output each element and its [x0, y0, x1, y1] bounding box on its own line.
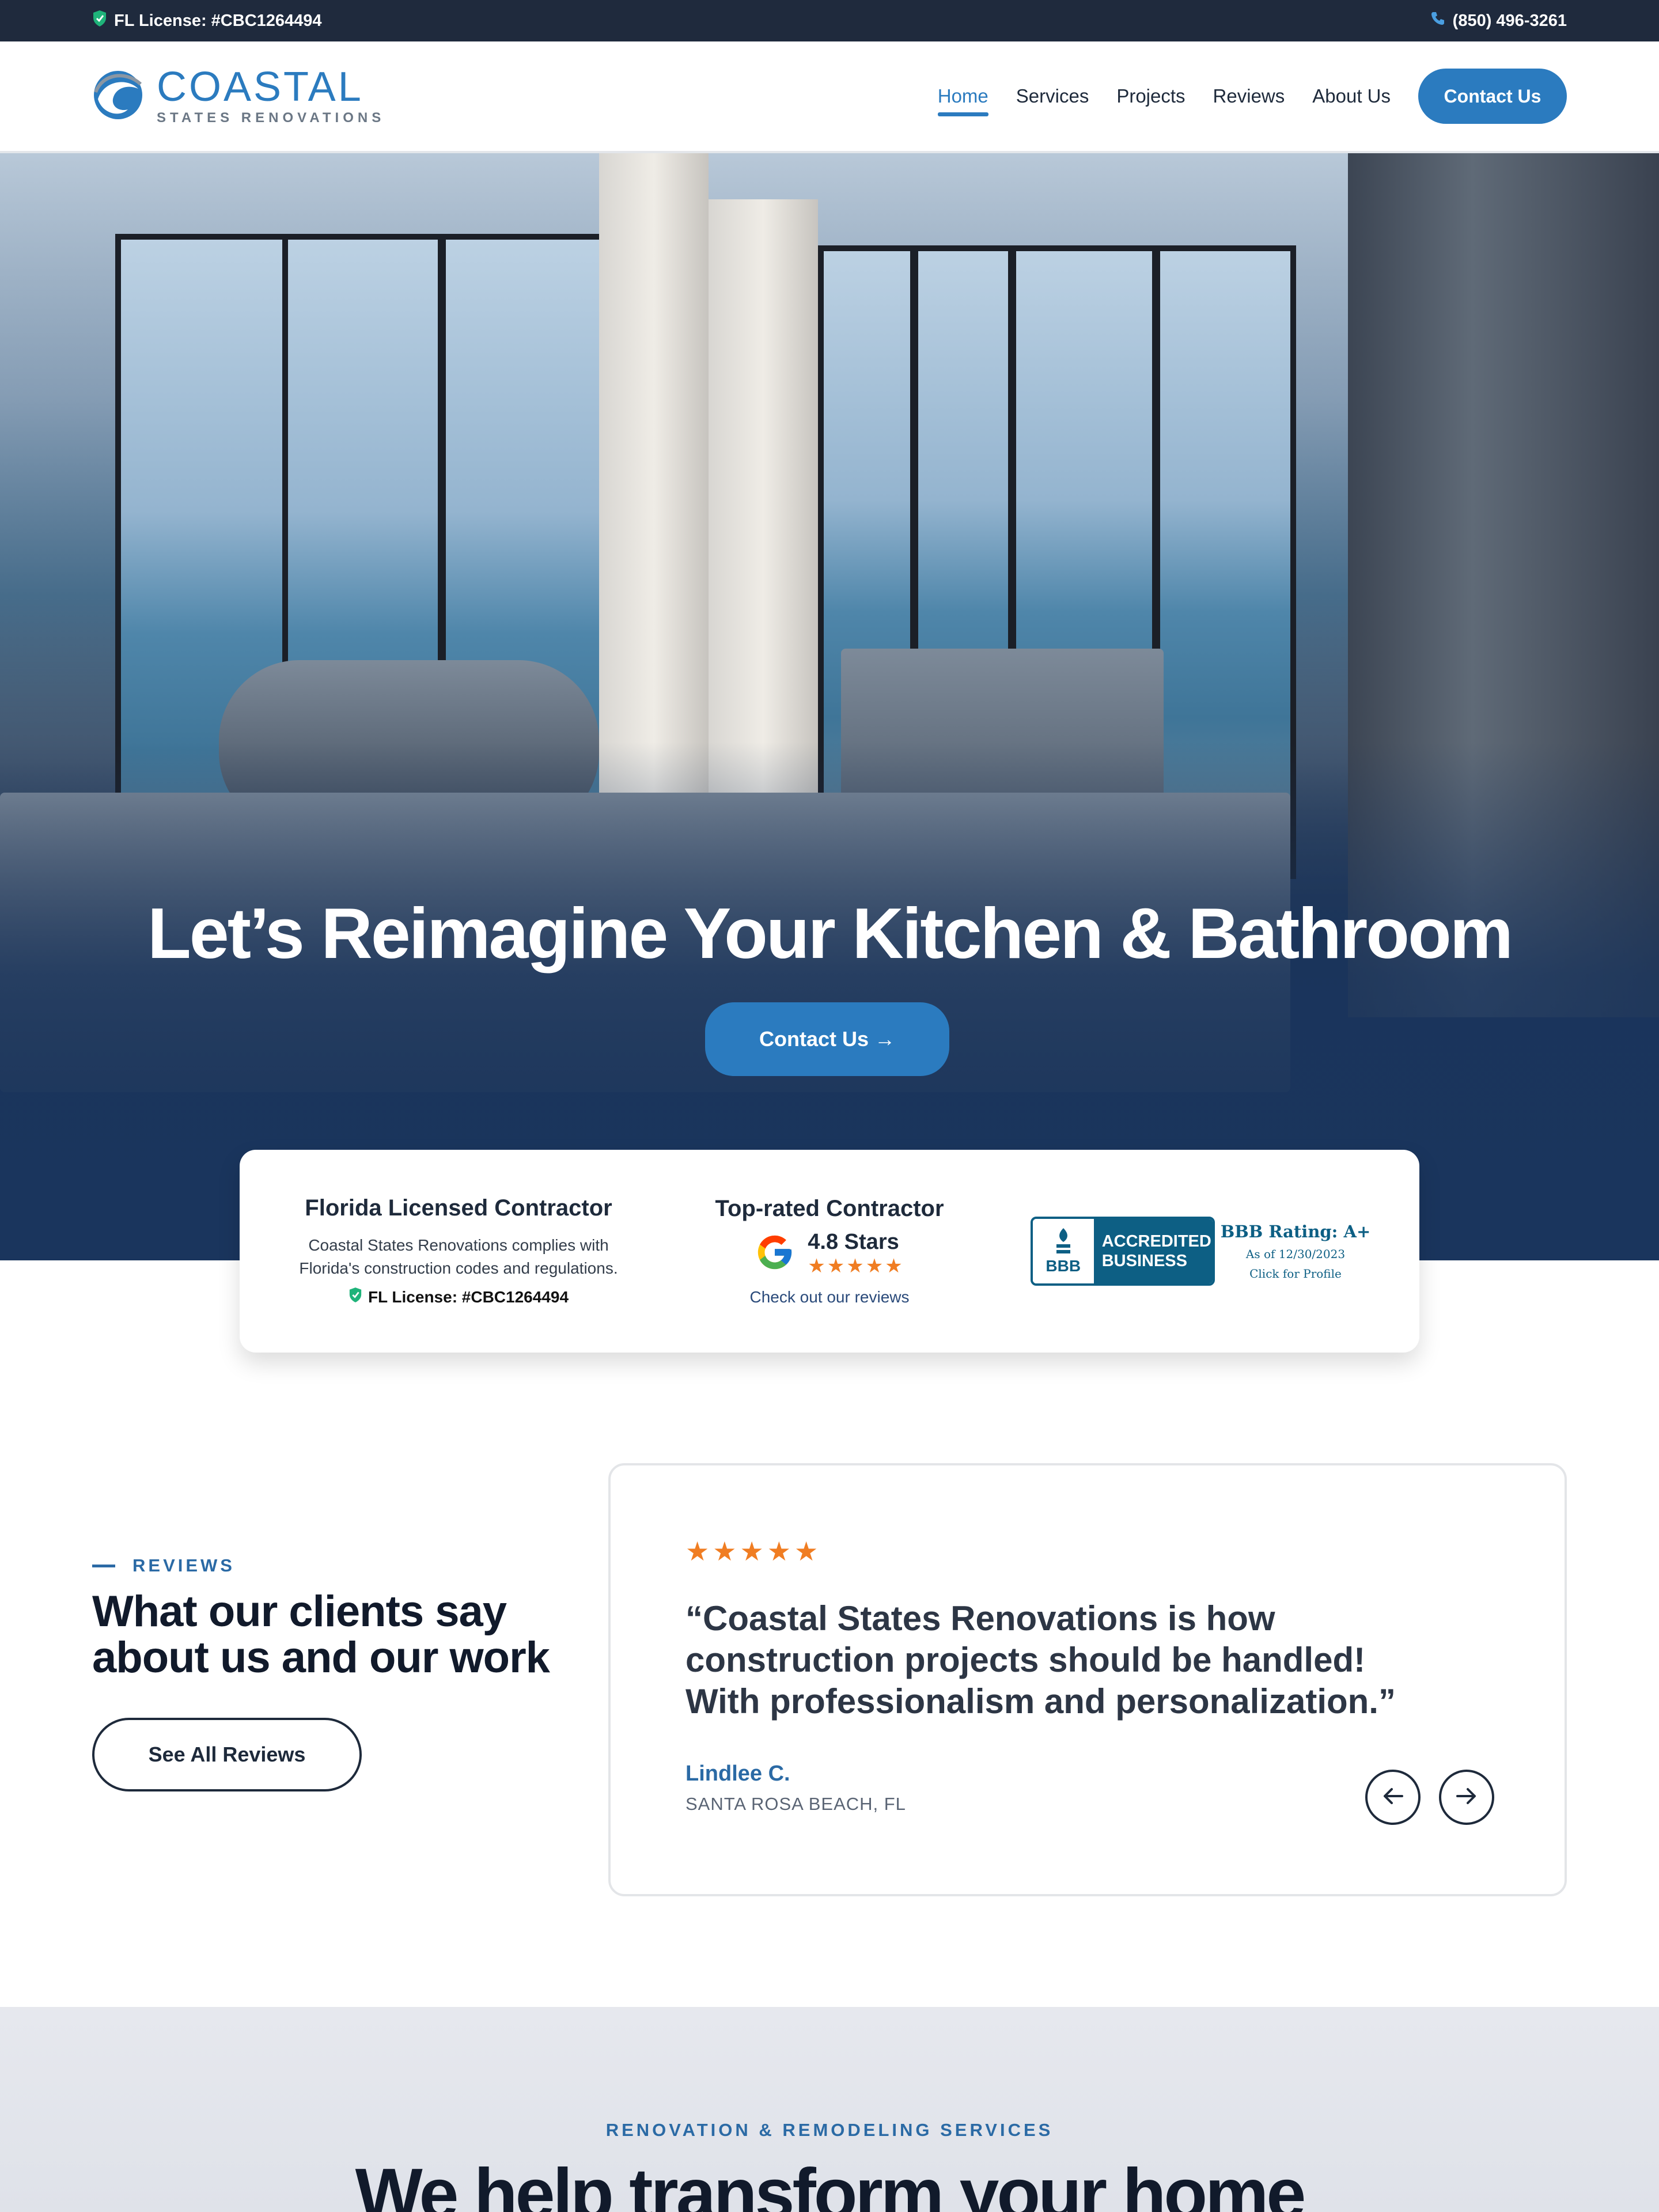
- licensed-contractor-badge: Florida Licensed Contractor Coastal Stat…: [286, 1195, 631, 1307]
- rating-stars: ★★★★★: [808, 1255, 904, 1277]
- nav-reviews[interactable]: Reviews: [1213, 77, 1285, 115]
- rating-block: 4.8 Stars ★★★★★: [808, 1230, 904, 1278]
- bbb-accredited-line-1: ACCREDITED: [1101, 1232, 1211, 1251]
- reviews-link[interactable]: Check out our reviews: [749, 1288, 909, 1306]
- hero-section: Let’s Reimagine Your Kitchen & Bathroom …: [0, 153, 1659, 1260]
- logo-sub: STATES RENOVATIONS: [157, 110, 385, 126]
- licensed-text-1: Coastal States Renovations complies with: [308, 1236, 609, 1254]
- see-all-reviews-button[interactable]: See All Reviews: [92, 1718, 362, 1791]
- top-bar: FL License: #CBC1264494 (850) 496-3261: [0, 0, 1659, 41]
- review-card: ★★★★★ “Coastal States Renovations is how…: [608, 1463, 1567, 1896]
- main-nav: Home Services Projects Reviews About Us …: [937, 69, 1567, 124]
- review-stars: ★★★★★: [685, 1536, 822, 1566]
- reviews-heading: What our clients say about us and our wo…: [92, 1587, 550, 1682]
- google-rating-badge[interactable]: Top-rated Contractor 4.8 Stars ★★★★★ Che…: [680, 1196, 979, 1306]
- logo-text: COASTAL STATES RENOVATIONS: [157, 66, 385, 126]
- review-location: SANTA ROSA BEACH, FL: [685, 1794, 906, 1814]
- header-contact-button[interactable]: Contact Us: [1418, 69, 1567, 124]
- arrow-left-icon: [1380, 1783, 1406, 1812]
- page: FL License: #CBC1264494 (850) 496-3261 C…: [0, 0, 1659, 2212]
- rating-value: 4.8 Stars: [808, 1230, 899, 1254]
- phone-number: (850) 496-3261: [1452, 11, 1567, 30]
- services-heading: We help transform your home: [355, 2154, 1306, 2212]
- licensed-text-2: Florida's construction codes and regulat…: [299, 1259, 618, 1277]
- hero-contact-button[interactable]: Contact Us →: [705, 1002, 949, 1076]
- arrow-right-icon: [1454, 1783, 1479, 1812]
- review-author: Lindlee C.: [685, 1762, 790, 1786]
- hero-title: Let’s Reimagine Your Kitchen & Bathroom: [147, 894, 1513, 974]
- services-eyebrow: RENOVATION & REMODELING SERVICES: [605, 2120, 1054, 2140]
- nav-about-us[interactable]: About Us: [1312, 77, 1391, 115]
- logo-main: COASTAL: [157, 64, 363, 110]
- google-rating-row: 4.8 Stars ★★★★★: [755, 1230, 904, 1278]
- nav-home[interactable]: Home: [937, 77, 988, 116]
- next-review-button[interactable]: [1439, 1770, 1494, 1825]
- bbb-profile-link[interactable]: Click for Profile: [1249, 1267, 1342, 1281]
- eyebrow-dash: [92, 1564, 115, 1567]
- license-number: FL License: #CBC1264494: [368, 1287, 569, 1306]
- services-section: RENOVATION & REMODELING SERVICES We help…: [0, 2007, 1659, 2212]
- bbb-rating: BBB Rating: A+: [1220, 1222, 1371, 1241]
- wave-logo-icon: [92, 69, 144, 124]
- bbb-logo-text: BBB: [1046, 1257, 1081, 1275]
- logo[interactable]: COASTAL STATES RENOVATIONS: [92, 66, 385, 126]
- nav-services[interactable]: Services: [1016, 77, 1089, 115]
- reviews-eyebrow-text: REVIEWS: [132, 1555, 235, 1575]
- bbb-as-of: As of 12/30/2023: [1245, 1247, 1346, 1261]
- review-quote: “Coastal States Renovations is how const…: [685, 1599, 1396, 1721]
- rated-title: Top-rated Contractor: [715, 1196, 944, 1221]
- phone-icon: [1430, 10, 1446, 31]
- bbb-badge[interactable]: BBB ACCREDITED BUSINESS BBB Rating: A+ A…: [1028, 1217, 1373, 1286]
- licensed-title: Florida Licensed Contractor: [305, 1195, 612, 1221]
- bbb-accredited-box: BBB ACCREDITED BUSINESS: [1030, 1217, 1215, 1286]
- bbb-accredited-line-2: BUSINESS: [1101, 1252, 1187, 1270]
- shield-check-icon: [349, 1287, 362, 1307]
- license-line: FL License: #CBC1264494: [349, 1287, 569, 1307]
- shield-check-icon: [92, 10, 107, 32]
- bbb-accredited-text: ACCREDITED BUSINESS: [1093, 1219, 1213, 1283]
- bbb-rating-info: BBB Rating: A+ As of 12/30/2023 Click fo…: [1221, 1222, 1371, 1281]
- bbb-torch-logo: BBB: [1032, 1219, 1094, 1283]
- trust-badges-card: Florida Licensed Contractor Coastal Stat…: [240, 1150, 1419, 1353]
- phone-link[interactable]: (850) 496-3261: [1430, 10, 1567, 31]
- previous-review-button[interactable]: [1365, 1770, 1421, 1825]
- reviews-eyebrow: REVIEWS: [92, 1555, 565, 1576]
- nav-projects[interactable]: Projects: [1116, 77, 1185, 115]
- site-header: COASTAL STATES RENOVATIONS Home Services…: [0, 41, 1659, 153]
- license-info: FL License: #CBC1264494: [92, 10, 322, 32]
- google-icon: [755, 1232, 795, 1275]
- reviews-intro: REVIEWS What our clients say about us an…: [92, 1555, 565, 1791]
- license-text: FL License: #CBC1264494: [114, 11, 322, 30]
